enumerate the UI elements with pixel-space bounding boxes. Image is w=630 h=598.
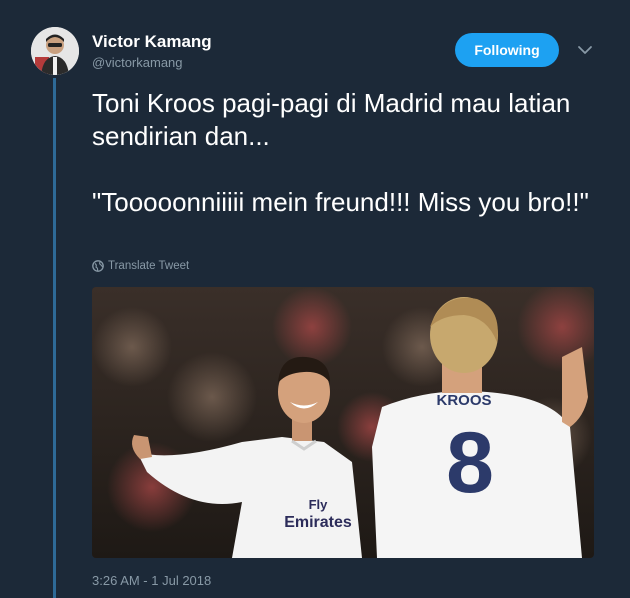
sponsor-text: Fly [309, 497, 329, 512]
avatar[interactable] [31, 27, 79, 75]
tweet-text: Toni Kroos pagi-pagi di Madrid mau latia… [92, 88, 589, 217]
tweet-photo[interactable]: Fly Emirates KROOS 8 [92, 287, 594, 558]
translate-tweet-link[interactable]: Translate Tweet [92, 260, 189, 272]
photo-image: Fly Emirates KROOS 8 [92, 287, 594, 558]
author-handle[interactable]: @victorkamang [92, 55, 183, 70]
chevron-down-icon[interactable] [576, 42, 594, 58]
author-name[interactable]: Victor Kamang [92, 32, 212, 52]
back-number-text: 8 [446, 415, 494, 511]
globe-icon [92, 260, 104, 272]
following-button[interactable]: Following [455, 33, 559, 67]
tweet-timestamp[interactable]: 3:26 AM - 1 Jul 2018 [92, 573, 211, 588]
translate-label: Translate Tweet [108, 260, 190, 272]
thread-line [53, 78, 56, 598]
avatar-image [31, 27, 79, 75]
sponsor-text-2: Emirates [284, 514, 352, 531]
back-name-text: KROOS [436, 392, 491, 409]
